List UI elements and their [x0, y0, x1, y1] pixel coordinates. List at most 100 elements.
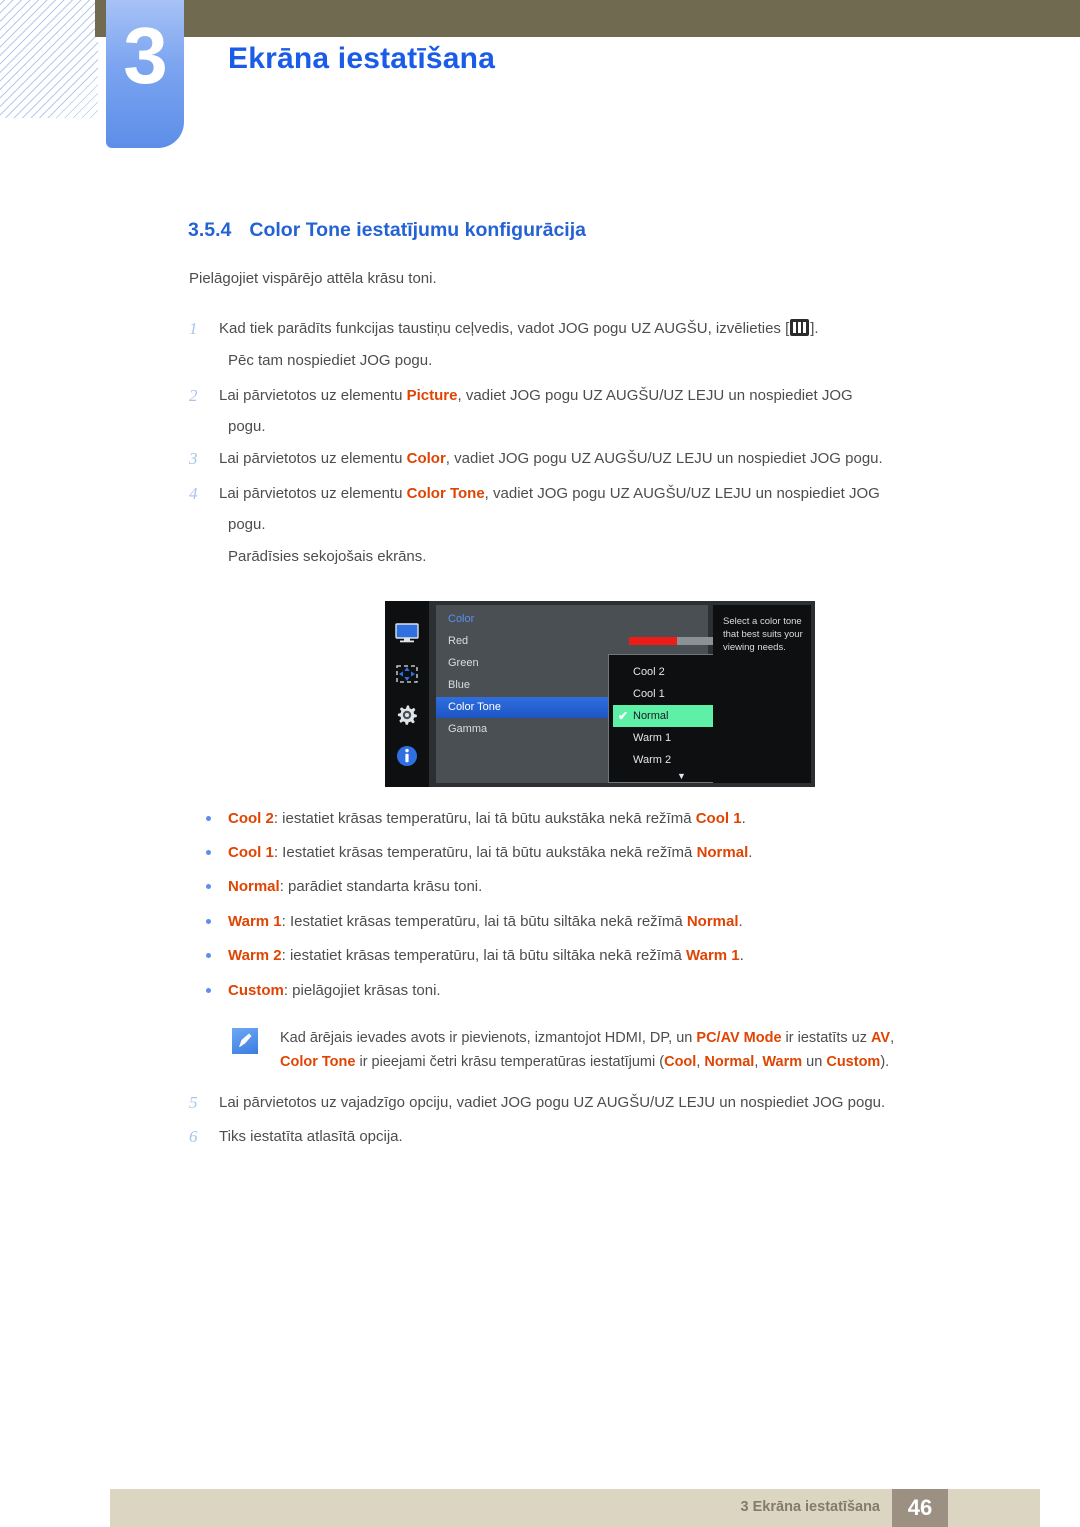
step-4-text-before: Lai pārvietotos uz elementu	[219, 485, 407, 502]
note-l2-kw: Color Tone	[280, 1054, 356, 1070]
dropdown-option-normal-label: Normal	[633, 710, 669, 722]
step-6: 6 Tiks iestatīta atlasītā opcija.	[189, 1126, 1029, 1148]
step-1-continuation: Pēc tam nospiediet JOG pogu.	[228, 352, 433, 369]
bullet-dot	[206, 816, 211, 821]
page-header: 3 Ekrāna iestatīšana	[0, 0, 1080, 160]
note-l1c: ,	[890, 1030, 895, 1046]
bullet-cool-2: Cool 2: iestatiet krāsas temperatūru, la…	[206, 808, 746, 830]
bullet-cool-2-term2: Cool 1	[695, 810, 742, 827]
step-4-continuation-2: Parādīsies sekojošais ekrāns.	[228, 548, 427, 565]
footer-page-number: 46	[892, 1489, 948, 1527]
bullet-warm-2-term2: Warm 1	[686, 947, 740, 964]
bullet-custom-term: Custom	[228, 982, 284, 999]
bullet-dot	[206, 919, 211, 924]
section-number: 3.5.4	[188, 219, 232, 241]
step-3-text-before: Lai pārvietotos uz elementu	[219, 450, 407, 467]
footer-chapter-label: 3 Ekrāna iestatīšana	[740, 1499, 880, 1515]
chapter-tab: 3	[106, 0, 184, 148]
bullet-cool-2-mid: : iestatiet krāsas temperatūru, lai tā b…	[273, 810, 696, 827]
step-2-text: Lai pārvietotos uz elementu Picture, vad…	[219, 385, 853, 407]
step-3-text-after: , vadiet JOG pogu UZ AUGŠU/UZ LEJU un no…	[445, 450, 883, 467]
position-arrows-icon[interactable]	[393, 660, 421, 688]
checkmark-icon: ✔	[618, 709, 629, 723]
step-1-number: 1	[189, 319, 198, 338]
step-2-text-before: Lai pārvietotos uz elementu	[219, 387, 407, 404]
bullet-warm-2: Warm 2: iestatiet krāsas temperatūru, la…	[206, 945, 744, 967]
step-6-number: 6	[189, 1127, 198, 1146]
note-l2-kw4: Warm	[762, 1054, 803, 1070]
osd-color-menu: Color Red Green Blue Color Tone Gamma 50…	[436, 605, 755, 783]
note-l2-kw2: Cool	[664, 1054, 697, 1070]
bullet-warm-1-mid: : Iestatiet krāsas temperatūru, lai tā b…	[281, 913, 687, 930]
info-icon[interactable]	[393, 742, 421, 770]
step-5-text: Lai pārvietotos uz vajadzīgo opciju, vad…	[219, 1094, 886, 1111]
note-l2e: ).	[880, 1054, 890, 1070]
bullet-dot	[206, 850, 211, 855]
step-5: 5 Lai pārvietotos uz vajadzīgo opciju, v…	[189, 1092, 1029, 1114]
bullet-warm-1-term2: Normal	[686, 913, 739, 930]
osd-help-panel: Select a color tone that best suits your…	[713, 605, 811, 783]
note-l1b: ir iestatīts uz	[781, 1030, 871, 1046]
note-line-1: Kad ārējais ievades avots ir pievienots,…	[280, 1026, 894, 1050]
step-1-text-before: Kad tiek parādīts funkcijas taustiņu ceļ…	[219, 320, 790, 337]
header-olive-bar	[95, 0, 1080, 37]
note-line-2: Color Tone ir pieejami četri krāsu tempe…	[280, 1050, 894, 1074]
step-2: 2 Lai pārvietotos uz elementu Picture, v…	[189, 385, 1019, 407]
bullet-warm-2-end: .	[739, 947, 744, 964]
page-footer: 3 Ekrāna iestatīšana 46	[110, 1489, 1040, 1527]
bullet-normal-mid: : parādiet standarta krāsu toni.	[279, 878, 483, 895]
note-l1a: Kad ārējais ievades avots ir pievienots,…	[280, 1030, 697, 1046]
step-2-keyword: Picture	[406, 387, 458, 404]
bullet-custom: Custom: pielāgojiet krāsas toni.	[206, 980, 441, 1002]
osd-menu-title: Color	[448, 613, 475, 625]
step-5-number: 5	[189, 1093, 198, 1112]
note-l2d: un	[802, 1054, 827, 1070]
note-text: Kad ārējais ievades avots ir pievienots,…	[280, 1026, 894, 1074]
bullet-cool-1-term2: Normal	[696, 844, 749, 861]
gear-icon[interactable]	[393, 701, 421, 729]
slider-fill	[629, 637, 677, 645]
step-4-text: Lai pārvietotos uz elementu Color Tone, …	[219, 483, 880, 505]
bullet-warm-2-term: Warm 2	[228, 947, 282, 964]
step-6-text: Tiks iestatīta atlasītā opcija.	[219, 1128, 403, 1145]
note-l2-kw5: Custom	[826, 1054, 881, 1070]
bullet-cool-1-end: .	[748, 844, 753, 861]
osd-screenshot: Color Red Green Blue Color Tone Gamma 50…	[385, 601, 815, 787]
bullet-cool-1: Cool 1: Iestatiet krāsas temperatūru, la…	[206, 842, 753, 864]
bullet-normal-term: Normal	[228, 878, 280, 895]
note-l2-kw3: Normal	[704, 1054, 755, 1070]
bullet-cool-2-end: .	[741, 810, 746, 827]
osd-help-text: Select a color tone that best suits your…	[723, 616, 803, 653]
menu-bars-icon	[790, 319, 810, 336]
bullet-normal: Normal: parādiet standarta krāsu toni.	[206, 876, 483, 898]
section-title: Color Tone iestatījumu konfigurācija	[249, 219, 586, 241]
bullet-dot	[206, 884, 211, 889]
bullet-cool-1-mid: : Iestatiet krāsas temperatūru, lai tā b…	[273, 844, 697, 861]
step-2-continuation: pogu.	[228, 418, 266, 435]
step-3-text: Lai pārvietotos uz elementu Color, vadie…	[219, 448, 883, 470]
bullet-dot	[206, 953, 211, 958]
step-3: 3 Lai pārvietotos uz elementu Color, vad…	[189, 448, 1019, 470]
step-4-continuation: pogu.	[228, 516, 266, 533]
bullet-cool-2-term: Cool 2	[228, 810, 274, 827]
step-3-number: 3	[189, 449, 198, 468]
bullet-dot	[206, 988, 211, 993]
bullet-custom-mid: : pielāgojiet krāsas toni.	[283, 982, 441, 999]
section-intro-text: Pielāgojiet vispārējo attēla krāsu toni.	[189, 270, 437, 287]
step-4: 4 Lai pārvietotos uz elementu Color Tone…	[189, 483, 1019, 505]
bullet-warm-1-term: Warm 1	[228, 913, 282, 930]
step-4-keyword: Color Tone	[406, 485, 485, 502]
chapter-number: 3	[123, 11, 168, 100]
chapter-title: Ekrāna iestatīšana	[228, 42, 496, 75]
note-l1-kw2: AV	[870, 1030, 891, 1046]
monitor-icon[interactable]	[393, 619, 421, 647]
bullet-warm-2-mid: : iestatiet krāsas temperatūru, lai tā b…	[281, 947, 686, 964]
note-l2a: ir pieejami četri krāsu temperatūras ies…	[355, 1054, 665, 1070]
step-2-text-after: , vadiet JOG pogu UZ AUGŠU/UZ LEJU un no…	[457, 387, 853, 404]
note-l1-kw: PC/AV Mode	[696, 1030, 782, 1046]
step-3-keyword: Color	[406, 450, 446, 467]
section-heading: 3.5.4 Color Tone iestatījumu konfigurācij…	[188, 219, 586, 242]
step-1-text: Kad tiek parādīts funkcijas taustiņu ceļ…	[219, 318, 819, 340]
bullet-warm-1-end: .	[738, 913, 743, 930]
osd-icon-sidebar	[385, 601, 429, 787]
